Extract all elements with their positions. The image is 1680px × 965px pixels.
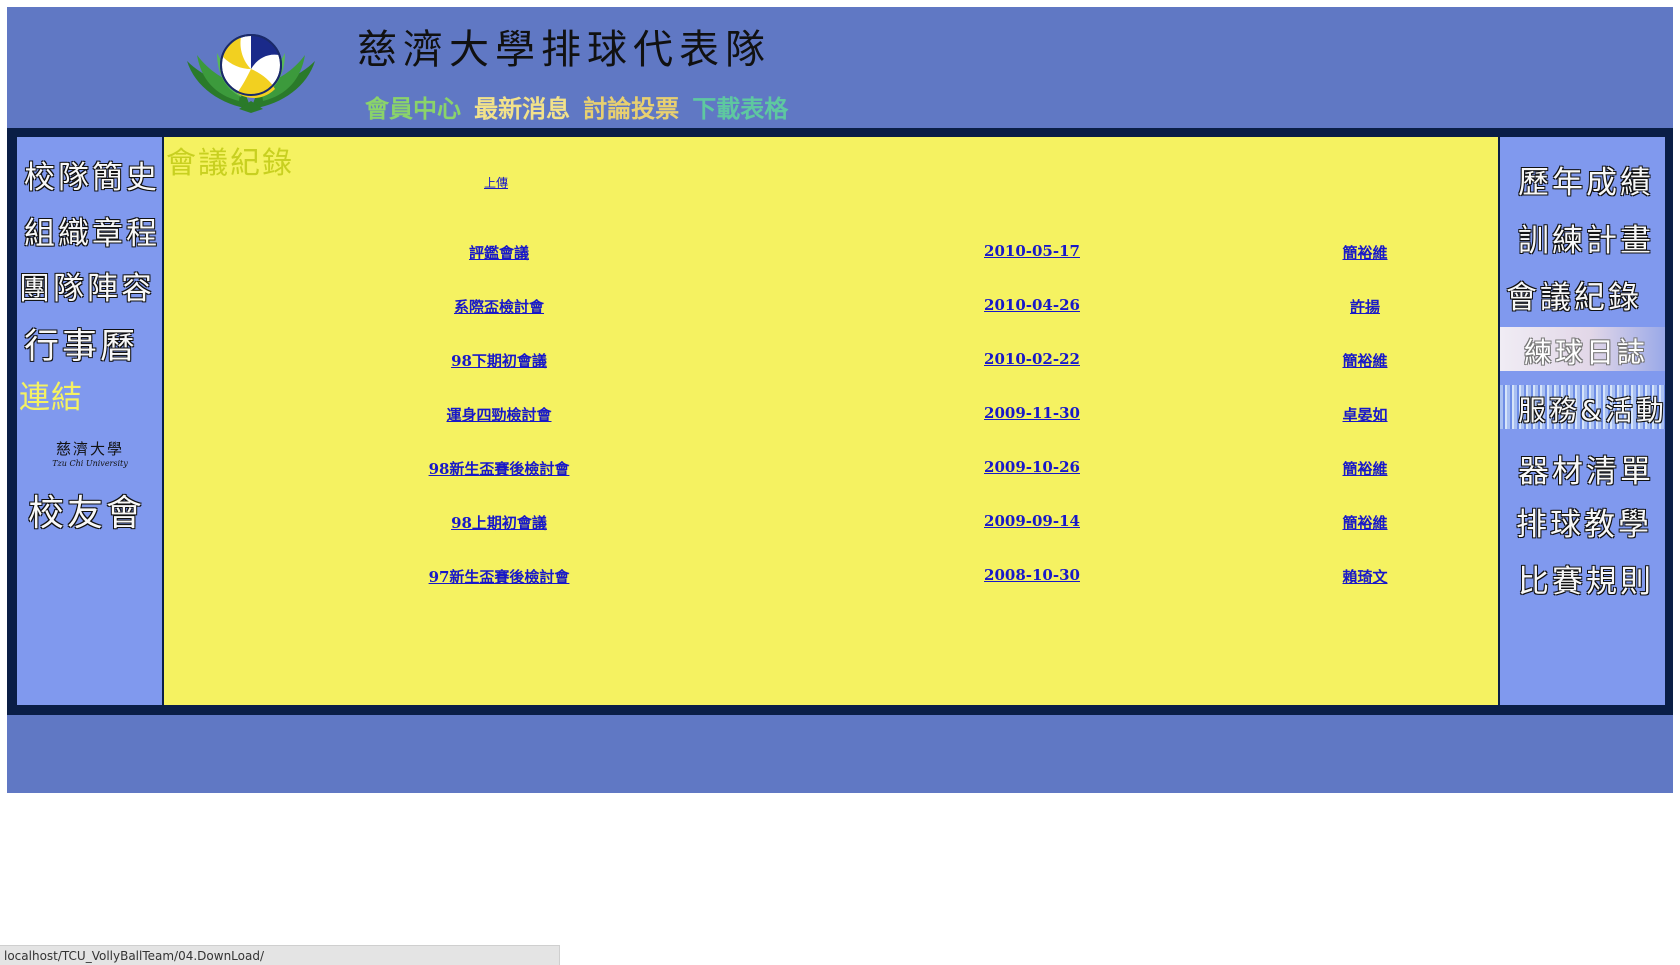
record-author-link[interactable]: 賴琦文 xyxy=(1342,566,1387,587)
nav-latest-news[interactable]: 最新消息 xyxy=(474,95,570,123)
right-nav-service-activities[interactable]: 服務&活動 xyxy=(1518,389,1667,429)
record-author-link[interactable]: 簡裕維 xyxy=(1342,242,1387,263)
record-row: 98下期初會議 2010-02-22 簡裕維 xyxy=(164,350,1498,374)
section-title: 會議紀錄 xyxy=(166,146,294,181)
top-nav: 會員中心 最新消息 討論投票 下載表格 xyxy=(365,89,796,124)
record-author-link[interactable]: 許揚 xyxy=(1350,296,1380,317)
record-row: 系際盃檢討會 2010-04-26 許揚 xyxy=(164,296,1498,320)
record-author-link[interactable]: 簡裕維 xyxy=(1342,350,1387,371)
right-nav-practice-log[interactable]: 練球日誌 xyxy=(1524,331,1648,371)
record-author-link[interactable]: 簡裕維 xyxy=(1342,458,1387,479)
right-nav-training-plan[interactable]: 訓練計畫 xyxy=(1518,215,1654,260)
record-row: 98上期初會議 2009-09-14 簡裕維 xyxy=(164,512,1498,536)
nav-discussion-vote[interactable]: 討論投票 xyxy=(583,95,679,123)
record-date-link[interactable]: 2010-04-26 xyxy=(984,296,1080,314)
tcu-university-logo[interactable]: 慈濟大學 Tzu Chi University xyxy=(25,438,155,468)
volleyball-logo[interactable] xyxy=(181,25,321,113)
left-nav-links[interactable]: 連結 xyxy=(19,372,83,417)
record-date-link[interactable]: 2008-10-30 xyxy=(984,566,1080,584)
record-date-link[interactable]: 2010-02-22 xyxy=(984,350,1080,368)
nav-member-center[interactable]: 會員中心 xyxy=(365,95,461,123)
record-date-link[interactable]: 2009-11-30 xyxy=(984,404,1080,422)
tcu-logo-en: Tzu Chi University xyxy=(52,459,128,468)
record-row: 98新生盃賽後檢討會 2009-10-26 簡裕維 xyxy=(164,458,1498,482)
nav-download-forms[interactable]: 下載表格 xyxy=(692,95,788,123)
record-title-link[interactable]: 評鑑會議 xyxy=(469,242,529,263)
footer-band xyxy=(7,715,1673,793)
right-nav-game-rules[interactable]: 比賽規則 xyxy=(1518,556,1654,601)
record-row: 運身四勁檢討會 2009-11-30 卓晏如 xyxy=(164,404,1498,428)
left-nav-charter[interactable]: 組織章程 xyxy=(24,208,160,253)
left-nav-calendar[interactable]: 行事曆 xyxy=(24,318,138,369)
right-nav-meeting-records[interactable]: 會議紀錄 xyxy=(1506,272,1642,317)
record-title-link[interactable]: 運身四勁檢討會 xyxy=(446,404,551,425)
record-row: 評鑑會議 2010-05-17 簡裕維 xyxy=(164,242,1498,266)
record-date-link[interactable]: 2009-09-14 xyxy=(984,512,1080,530)
record-title-link[interactable]: 97新生盃賽後檢討會 xyxy=(429,566,570,587)
record-author-link[interactable]: 卓晏如 xyxy=(1342,404,1387,425)
record-title-link[interactable]: 98上期初會議 xyxy=(451,512,547,533)
record-title-link[interactable]: 系際盃檢討會 xyxy=(454,296,544,317)
record-date-link[interactable]: 2009-10-26 xyxy=(984,458,1080,476)
left-nav-alumni[interactable]: 校友會 xyxy=(28,484,145,536)
site-title: 慈濟大學排球代表隊 xyxy=(357,27,771,73)
tcu-logo-zh: 慈濟大學 xyxy=(55,440,124,458)
right-nav-yearly-results[interactable]: 歷年成績 xyxy=(1518,157,1654,202)
record-date-link[interactable]: 2010-05-17 xyxy=(984,242,1080,260)
right-nav-volleyball-teaching[interactable]: 排球教學 xyxy=(1516,499,1652,544)
upload-link[interactable]: 上傳 xyxy=(484,174,508,191)
record-row: 97新生盃賽後檢討會 2008-10-30 賴琦文 xyxy=(164,566,1498,590)
right-nav-equipment-list[interactable]: 器材清單 xyxy=(1518,446,1654,491)
left-nav-team-roster[interactable]: 團隊陣容 xyxy=(19,263,155,308)
record-title-link[interactable]: 98下期初會議 xyxy=(451,350,547,371)
site-header: 慈濟大學排球代表隊 會員中心 最新消息 討論投票 下載表格 xyxy=(7,7,1673,128)
record-title-link[interactable]: 98新生盃賽後檢討會 xyxy=(429,458,570,479)
record-author-link[interactable]: 簡裕維 xyxy=(1342,512,1387,533)
left-nav-team-history[interactable]: 校隊簡史 xyxy=(24,152,160,197)
status-bar-url: localhost/TCU_VollyBallTeam/04.DownLoad/ xyxy=(0,945,560,965)
